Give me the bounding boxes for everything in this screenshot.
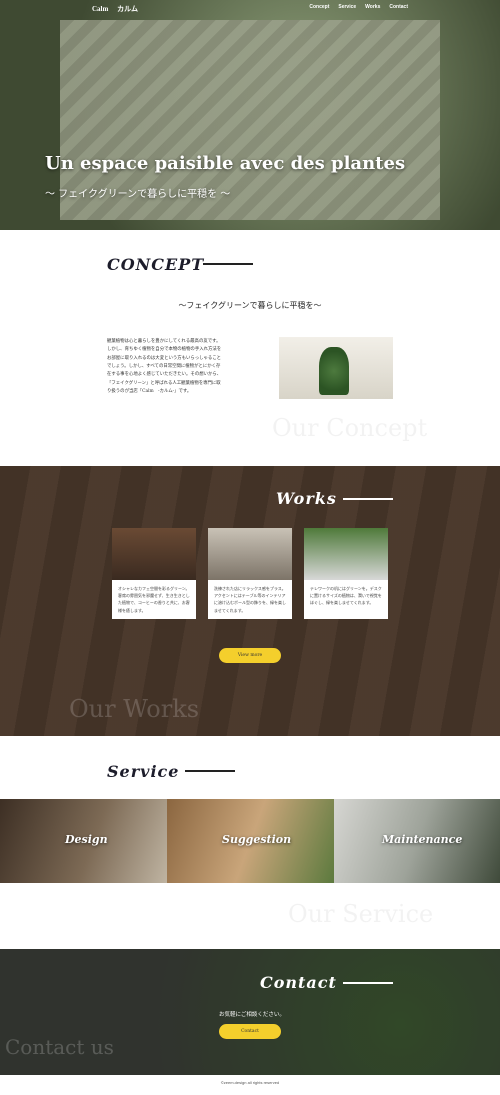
- works-card-text: テレワークの机にはグリーンを。デスクに置けるサイズの植物は、潤いで視覚をほぐし、…: [310, 586, 382, 606]
- concept-image: [279, 337, 393, 399]
- nav-concept[interactable]: Concept: [309, 4, 329, 10]
- concept-body: 観葉植物は心と暮らしを豊かにしてくれる最高の友です。しかし、育ちゆく植物を自分で…: [107, 339, 222, 395]
- service-tile-label: Design: [65, 833, 108, 846]
- service-tile-label: Suggestion: [222, 833, 292, 846]
- concept-bg-word: Our Concept: [272, 414, 428, 442]
- service-tile-design[interactable]: Design: [0, 799, 167, 883]
- contact-message: お気軽にご相談ください。: [219, 1012, 285, 1018]
- works-card-image: [112, 528, 196, 580]
- works-bg-word: Our Works: [69, 695, 200, 723]
- service-heading: Service: [107, 762, 180, 781]
- works-card-text: 洗練された店にリラックス感をプラス。アクセントにはテーブル等のインテリアに溶け込…: [214, 586, 286, 613]
- contact-bg-word: Contact us: [5, 1035, 114, 1059]
- concept-subheading: 〜フェイクグリーンで暮らしに平穏を〜: [178, 301, 322, 310]
- nav-links: Concept Service Works Contact: [309, 4, 408, 10]
- contact-heading: Contact: [260, 973, 337, 992]
- works-card-image: [304, 528, 388, 580]
- service-tile-suggestion[interactable]: Suggestion: [167, 799, 334, 883]
- service-heading-line: [185, 770, 235, 772]
- hero-section: Calm カルム Concept Service Works Contact U…: [0, 0, 500, 230]
- works-card[interactable]: テレワークの机にはグリーンを。デスクに置けるサイズの植物は、潤いで視覚をほぐし、…: [304, 528, 388, 619]
- works-card[interactable]: オシャレなカフェ空間を彩るグリーン。客席の雰囲気を邪魔せず、生き生きとした植物で…: [112, 528, 196, 619]
- works-heading: Works: [276, 489, 337, 508]
- hero-title: Un espace paisible avec des plantes: [45, 153, 406, 174]
- works-heading-line: [343, 498, 393, 500]
- concept-heading-line: [203, 263, 253, 265]
- logo[interactable]: Calm カルム: [92, 4, 138, 14]
- works-card-image: [208, 528, 292, 580]
- works-card-text: オシャレなカフェ空間を彩るグリーン。客席の雰囲気を邪魔せず、生き生きとした植物で…: [118, 586, 190, 613]
- nav-service[interactable]: Service: [338, 4, 356, 10]
- hero-subtitle: 〜 フェイクグリーンで暮らしに平穏を 〜: [45, 189, 231, 200]
- contact-button[interactable]: Contact: [219, 1024, 281, 1039]
- service-tile-label: Maintenance: [382, 833, 463, 846]
- concept-heading: CONCEPT: [107, 255, 205, 274]
- works-card[interactable]: 洗練された店にリラックス感をプラス。アクセントにはテーブル等のインテリアに溶け込…: [208, 528, 292, 619]
- view-more-button[interactable]: View more: [219, 648, 281, 663]
- nav-works[interactable]: Works: [365, 4, 380, 10]
- footer-copyright: ©zeem.design all rights reserved: [220, 1080, 280, 1085]
- contact-heading-line: [343, 982, 393, 984]
- header-nav: Calm カルム Concept Service Works Contact: [0, 4, 500, 18]
- nav-contact[interactable]: Contact: [389, 4, 408, 10]
- service-bg-word: Our Service: [288, 900, 434, 928]
- service-tile-maintenance[interactable]: Maintenance: [334, 799, 500, 883]
